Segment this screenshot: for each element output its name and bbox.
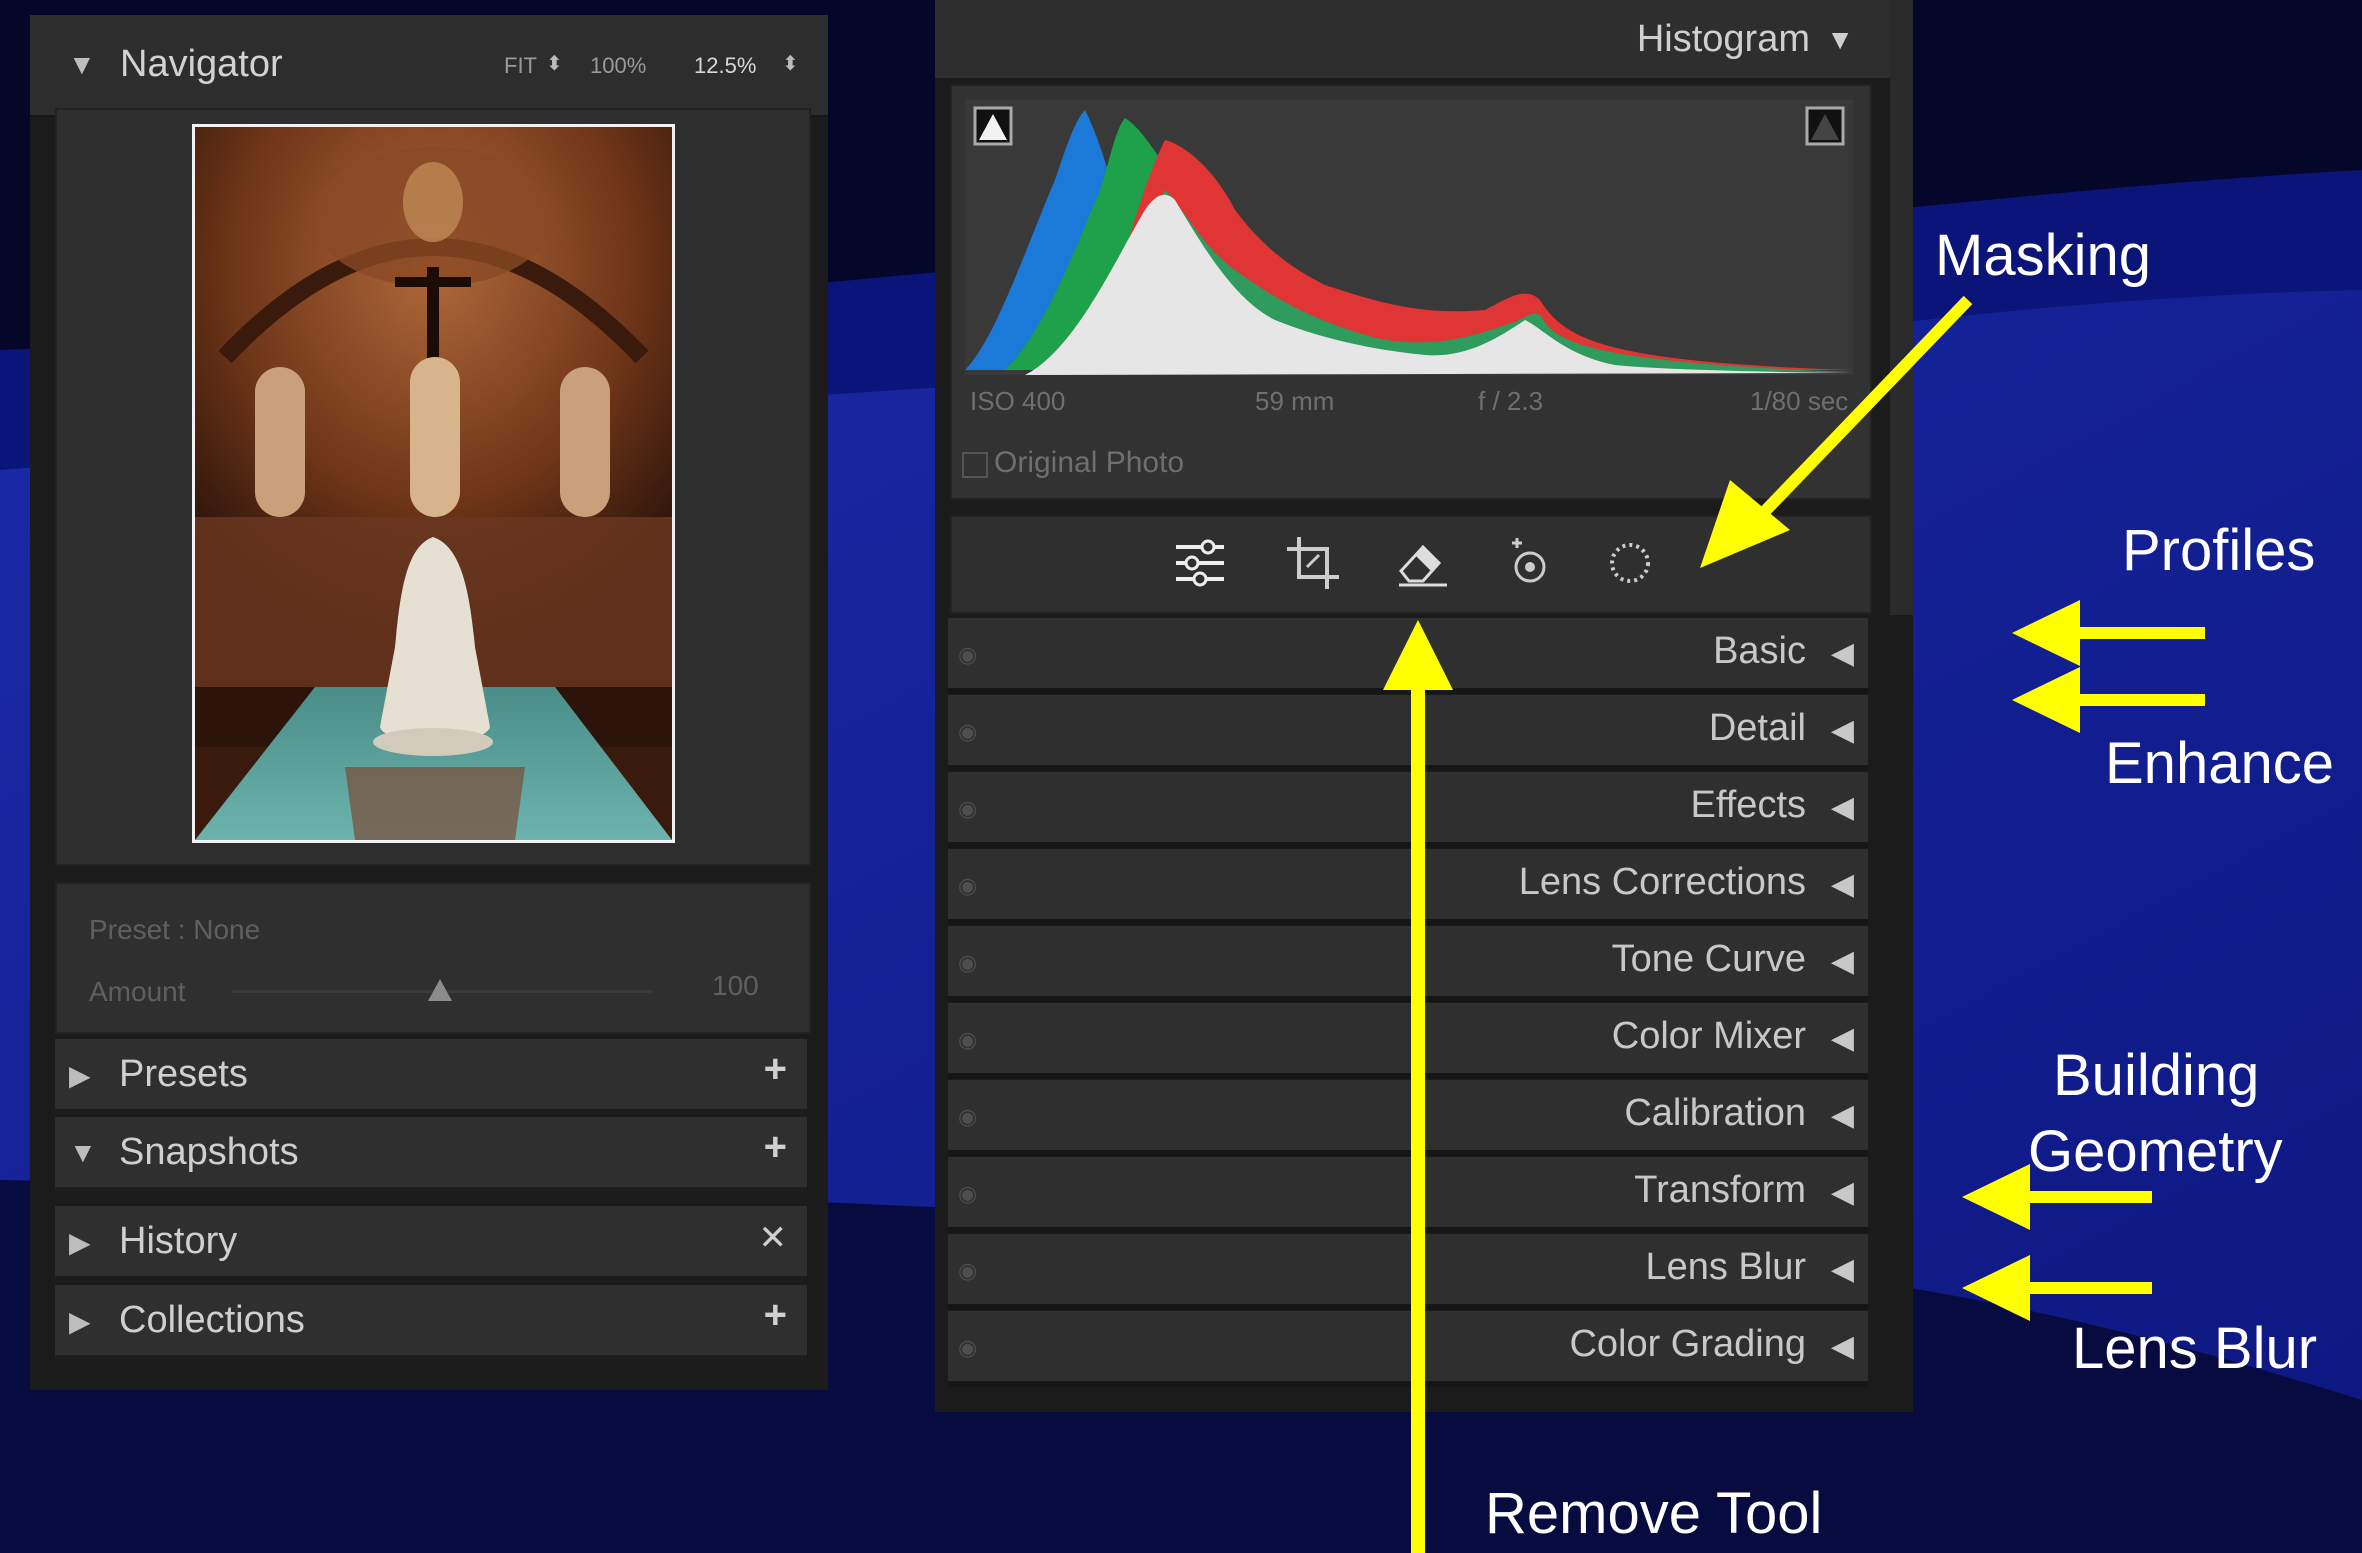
geometry-arrow-head [1962,1164,2030,1230]
masking-arrow-shaft [1740,295,1973,537]
enhance-arrow-head [2012,667,2080,733]
annotation-masking: Masking [1935,223,2151,288]
annotation-profiles: Profiles [2122,518,2316,583]
annotation-building: Building [2053,1043,2260,1108]
annotation-remove-tool: Remove Tool [1485,1481,1823,1546]
annotation-geometry: Geometry [2028,1119,2283,1184]
lens-blur-arrow-head [1962,1255,2030,1321]
remove-tool-arrow-head [1383,620,1453,690]
annotation-lens-blur: Lens Blur [2072,1316,2318,1381]
profiles-arrow-head [2012,600,2080,666]
annotation-enhance: Enhance [2105,731,2334,796]
